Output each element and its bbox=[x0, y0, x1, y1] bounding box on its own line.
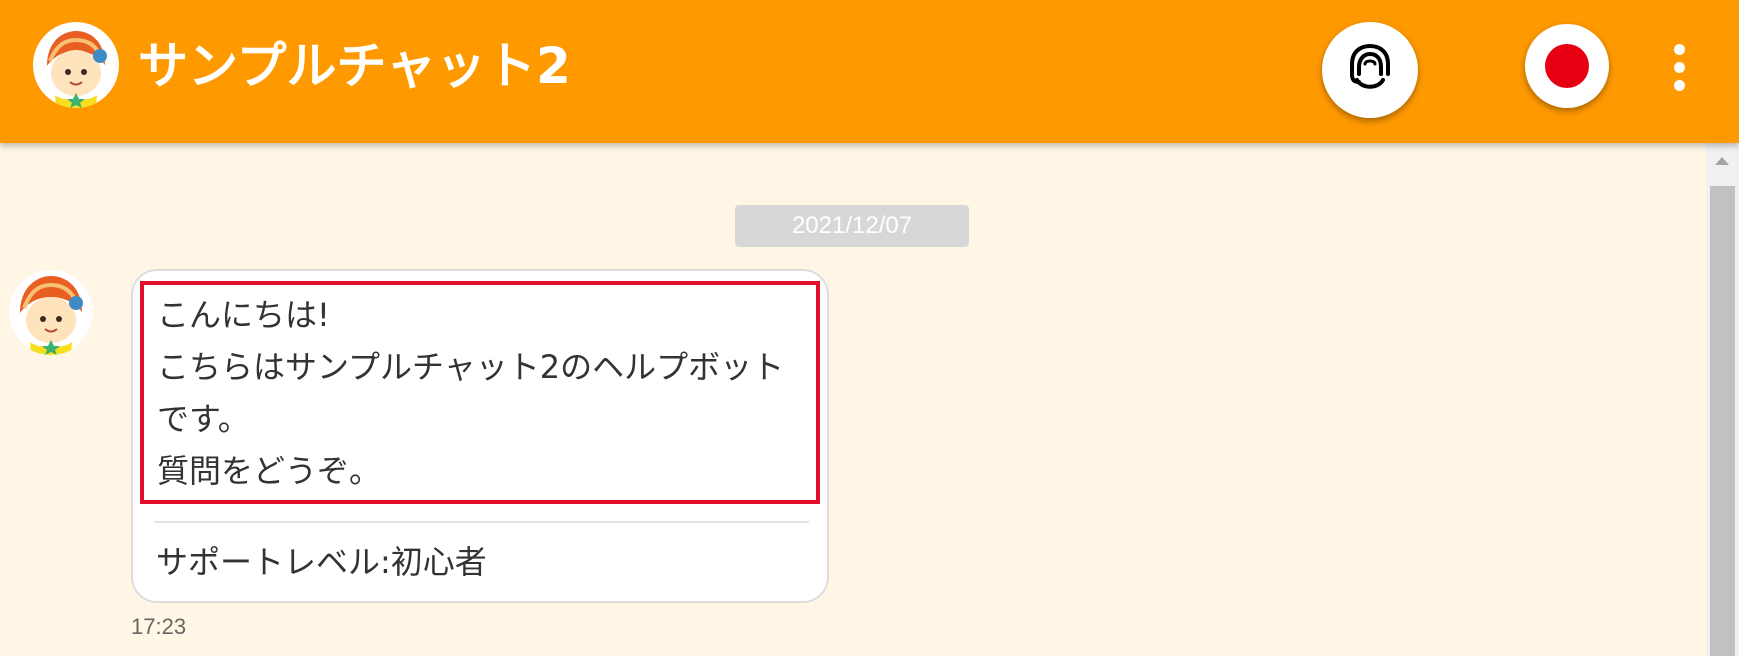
message-line: 質問をどうぞ。 bbox=[157, 452, 382, 490]
vertical-scrollbar[interactable] bbox=[1706, 143, 1739, 656]
chat-header: サンプルチャット2 bbox=[0, 0, 1739, 143]
record-dot-icon bbox=[1545, 44, 1589, 88]
operator-button[interactable] bbox=[1322, 22, 1418, 118]
more-vertical-icon-dot-bottom bbox=[1674, 80, 1685, 91]
message-timestamp: 17:23 bbox=[131, 614, 187, 639]
operator-headset-icon bbox=[1350, 43, 1390, 89]
support-level-text: サポートレベル:初心者 bbox=[156, 543, 487, 581]
bot-message-text: こんにちは! こちらはサンプルチャット2のヘルプボット です。 質問をどうぞ。 bbox=[157, 289, 807, 497]
bot-message-bubble: こんにちは! こちらはサンプルチャット2のヘルプボット です。 質問をどうぞ。 … bbox=[131, 269, 829, 603]
chat-window: サンプルチャット2 2021/12/07 こんにちは! こちらはサンプルチャット… bbox=[0, 0, 1739, 656]
more-options-button[interactable] bbox=[1662, 38, 1698, 98]
more-vertical-icon-dot-top bbox=[1674, 44, 1685, 55]
more-vertical-icon-dot-middle bbox=[1674, 62, 1685, 73]
chatbot-avatar-icon bbox=[33, 22, 119, 108]
message-line: こちらはサンプルチャット2のヘルプボット bbox=[157, 348, 785, 386]
bot-avatar-icon bbox=[8, 269, 94, 355]
record-button[interactable] bbox=[1525, 24, 1609, 108]
scroll-up-arrow-icon[interactable] bbox=[1715, 157, 1729, 165]
chat-message-area[interactable]: 2021/12/07 こんにちは! こちらはサンプルチャット2のヘルプボット で… bbox=[0, 143, 1706, 656]
message-line: こんにちは! bbox=[157, 296, 330, 334]
date-separator: 2021/12/07 bbox=[735, 205, 969, 247]
message-line: です。 bbox=[157, 400, 250, 438]
message-divider bbox=[154, 521, 809, 523]
scroll-thumb[interactable] bbox=[1710, 186, 1735, 656]
chat-title: サンプルチャット2 bbox=[138, 37, 571, 95]
